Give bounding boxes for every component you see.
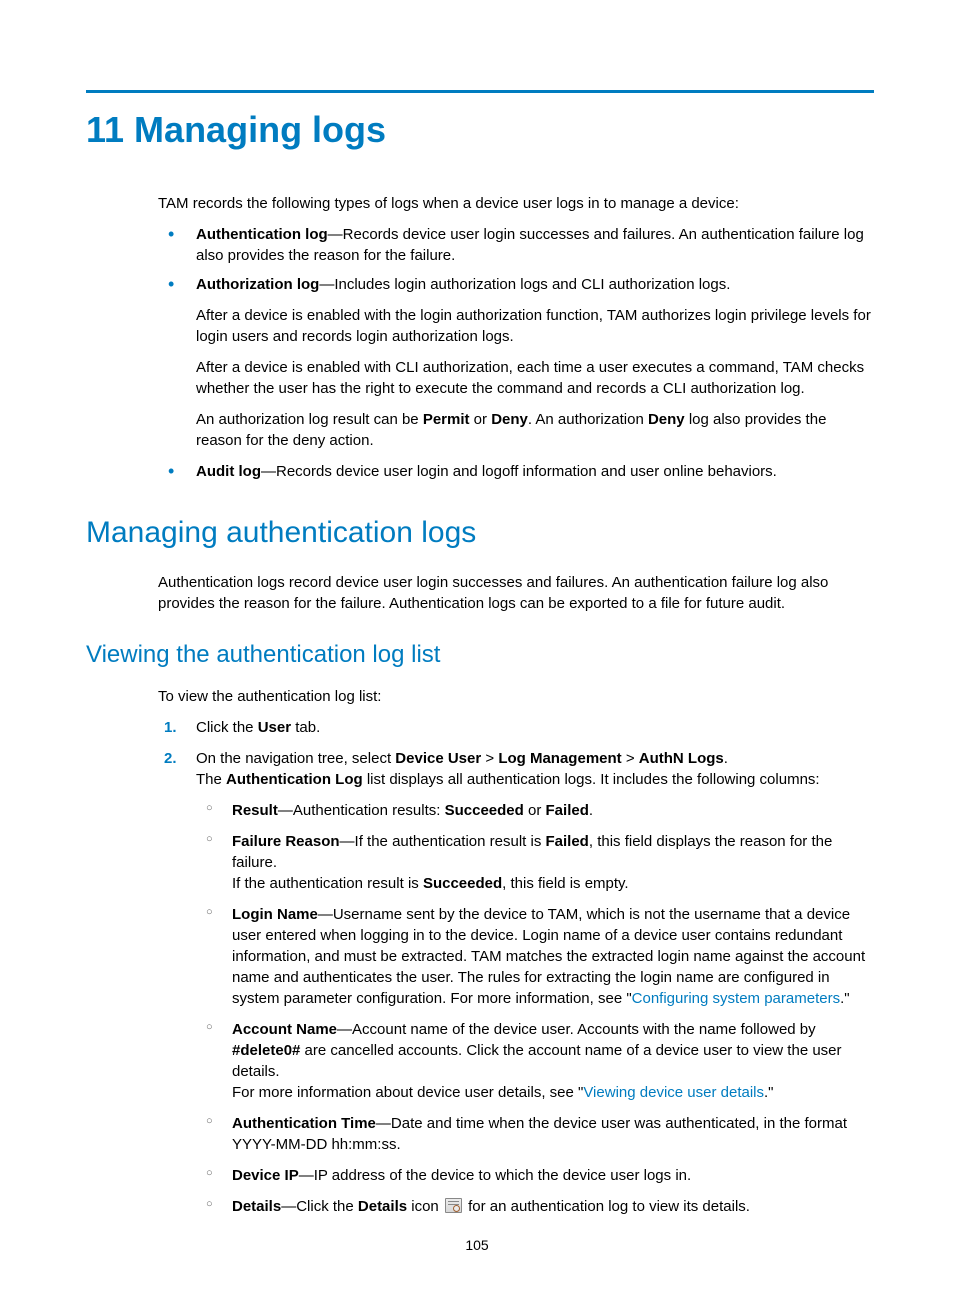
text: . An authorization — [528, 411, 648, 428]
text: or — [470, 411, 492, 428]
link-configuring-system-parameters[interactable]: Configuring system parameters — [632, 990, 840, 1007]
col-details: Details — [232, 1198, 281, 1215]
text: The — [196, 771, 226, 788]
page: 11 Managing logs TAM records the followi… — [0, 0, 954, 1296]
list-item: Login Name—Username sent by the device t… — [196, 904, 874, 1009]
text: . — [724, 750, 728, 767]
intro-paragraph: TAM records the following types of logs … — [158, 193, 874, 214]
text: ." — [840, 990, 850, 1007]
permit-term: Permit — [423, 411, 470, 428]
text: An authorization log result can be — [196, 411, 423, 428]
text: icon — [407, 1198, 443, 1215]
chapter-title: 11 Managing logs — [86, 105, 874, 155]
col-account-name: Account Name — [232, 1021, 337, 1038]
text: are cancelled accounts. Click the accoun… — [232, 1042, 842, 1080]
view-intro: To view the authentication log list: — [158, 686, 874, 707]
text: —Includes login authorization logs and C… — [319, 276, 730, 293]
audit-log-label: Audit log — [196, 463, 261, 480]
text: After a device is enabled with CLI autho… — [196, 357, 874, 399]
body: TAM records the following types of logs … — [86, 193, 874, 482]
text: For more information about device user d… — [232, 1082, 874, 1103]
list-item: Details—Click the Details icon for an au… — [196, 1196, 874, 1217]
text: list displays all authentication logs. I… — [363, 771, 820, 788]
text: for an authentication log to view its de… — [464, 1198, 750, 1215]
authentication-log-term: Authentication Log — [226, 771, 363, 788]
page-number: 105 — [0, 1236, 954, 1256]
text: —Click the — [281, 1198, 358, 1215]
col-failure-reason: Failure Reason — [232, 833, 340, 850]
step-item: On the navigation tree, select Device Us… — [158, 748, 874, 1217]
details-icon — [445, 1198, 462, 1213]
link-viewing-device-user-details[interactable]: Viewing device user details — [583, 1084, 764, 1101]
list-item: Device IP—IP address of the device to wh… — [196, 1165, 874, 1186]
nav-authn-logs: AuthN Logs — [639, 750, 724, 767]
col-device-ip: Device IP — [232, 1167, 299, 1184]
text: Click the — [196, 719, 258, 736]
text: —Records device user login and logoff in… — [261, 463, 777, 480]
list-item: Audit log—Records device user login and … — [158, 461, 874, 482]
text: , this field is empty. — [502, 875, 628, 892]
failed-term: Failed — [546, 833, 589, 850]
text: . — [589, 802, 593, 819]
text: If the authentication result is Succeede… — [232, 873, 874, 894]
section-title: Managing authentication logs — [86, 512, 874, 554]
top-rule — [86, 90, 874, 93]
failed-term: Failed — [546, 802, 589, 819]
log-types-list: Authentication log —Records device user l… — [158, 224, 874, 482]
list-item: Authorization log—Includes login authori… — [158, 274, 874, 451]
auth-log-label: Authentication log — [196, 226, 328, 243]
text: The Authentication Log list displays all… — [196, 769, 874, 790]
details-term: Details — [358, 1198, 407, 1215]
body: To view the authentication log list: Cli… — [86, 686, 874, 1217]
user-tab-term: User — [258, 719, 291, 736]
text: > — [622, 750, 639, 767]
list-item: Result—Authentication results: Succeeded… — [196, 800, 874, 821]
authz-log-label: Authorization log — [196, 276, 319, 293]
list-item: Authentication log—Records device user l… — [158, 224, 874, 266]
col-login-name: Login Name — [232, 906, 318, 923]
text: For more information about device user d… — [232, 1084, 583, 1101]
col-result: Result — [232, 802, 278, 819]
text: —If the authentication result is — [340, 833, 546, 850]
list-item: Authentication Time—Date and time when t… — [196, 1113, 874, 1155]
text: —Account name of the device user. Accoun… — [337, 1021, 816, 1038]
subsection-title: Viewing the authentication log list — [86, 638, 874, 672]
body: Authentication logs record device user l… — [86, 572, 874, 614]
text: > — [481, 750, 498, 767]
steps-list: Click the User tab. On the navigation tr… — [158, 717, 874, 1217]
deny-term: Deny — [491, 411, 528, 428]
columns-list: Result—Authentication results: Succeeded… — [196, 800, 874, 1217]
step-item: Click the User tab. — [158, 717, 874, 738]
list-item: Account Name—Account name of the device … — [196, 1019, 874, 1103]
succeeded-term: Succeeded — [423, 875, 502, 892]
succeeded-term: Succeeded — [445, 802, 524, 819]
nav-device-user: Device User — [395, 750, 481, 767]
text: After a device is enabled with the login… — [196, 305, 874, 347]
auth-intro-paragraph: Authentication logs record device user l… — [158, 572, 874, 614]
list-item: Failure Reason—If the authentication res… — [196, 831, 874, 894]
deny-term: Deny — [648, 411, 685, 428]
delete0-term: #delete0# — [232, 1042, 300, 1059]
text: On the navigation tree, select — [196, 750, 395, 767]
text: ." — [764, 1084, 774, 1101]
text: —IP address of the device to which the d… — [299, 1167, 691, 1184]
text: An authorization log result can be Permi… — [196, 409, 874, 451]
col-authentication-time: Authentication Time — [232, 1115, 376, 1132]
text: If the authentication result is — [232, 875, 423, 892]
text: tab. — [291, 719, 320, 736]
nav-log-management: Log Management — [498, 750, 621, 767]
text: or — [524, 802, 546, 819]
text: —Authentication results: — [278, 802, 445, 819]
